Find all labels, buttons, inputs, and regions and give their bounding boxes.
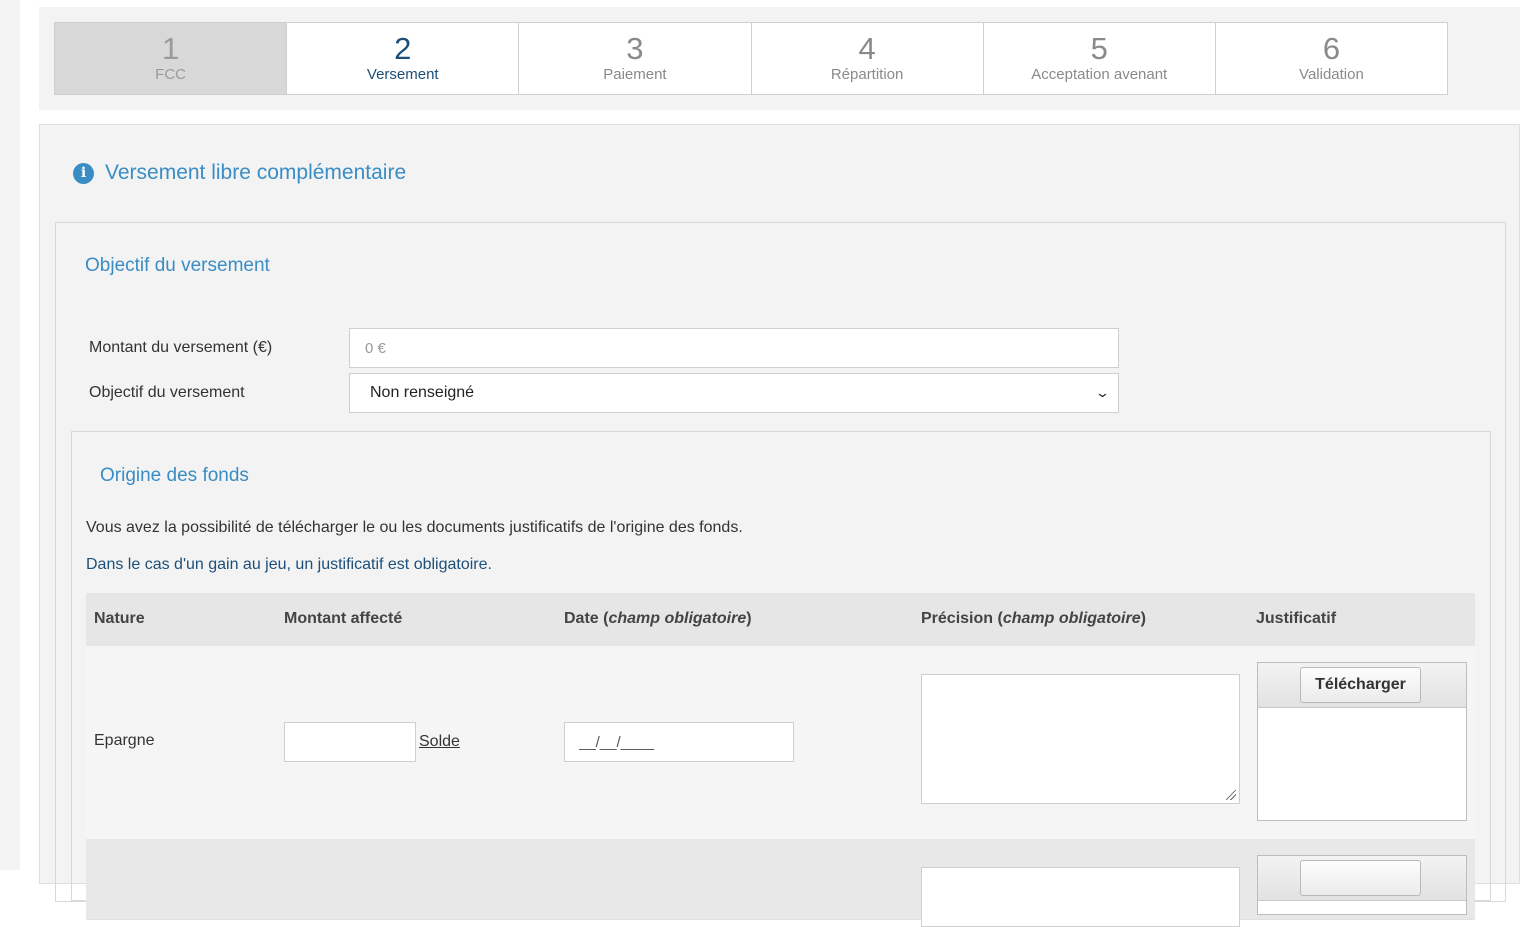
step-label: Paiement [603, 66, 667, 83]
left-gutter [0, 0, 20, 870]
upload-button[interactable]: Télécharger [1300, 667, 1421, 703]
col-header-amount: Montant affecté [284, 610, 403, 627]
col-header-date-note: champ obligatoire [608, 610, 747, 627]
goal-select[interactable]: Non renseigné ⌄ [349, 373, 1119, 413]
upload-box [1257, 855, 1467, 915]
table-row: Epargne Solde Télécharger [86, 646, 1475, 840]
objectif-section: Objectif du versement Montant du verseme… [55, 222, 1506, 927]
objectif-section-title: Objectif du versement [85, 255, 270, 276]
step-validation[interactable]: 6 Validation [1216, 23, 1447, 94]
col-header-precision-text: Précision ( [921, 610, 1003, 627]
upload-button[interactable] [1300, 860, 1421, 896]
col-header-precision-note: champ obligatoire [1002, 610, 1141, 627]
col-header-date: Date (champ obligatoire) [564, 610, 752, 628]
stepper: 1 FCC 2 Versement 3 Paiement 4 Répartiti… [54, 22, 1448, 95]
step-fcc[interactable]: 1 FCC [55, 23, 288, 94]
step-versement[interactable]: 2 Versement [287, 23, 520, 94]
table-header: Nature Montant affecté Date (champ oblig… [86, 593, 1475, 646]
amount-label: Montant du versement (€) [89, 339, 273, 356]
chevron-down-icon: ⌄ [1094, 385, 1111, 400]
row-nature: Epargne [94, 732, 155, 749]
step-label: Validation [1299, 66, 1364, 83]
step-number: 5 [1090, 31, 1108, 66]
step-acceptation-avenant[interactable]: 5 Acceptation avenant [984, 23, 1216, 94]
row-precision-textarea[interactable] [921, 674, 1240, 804]
step-repartition[interactable]: 4 Répartition [752, 23, 984, 94]
step-number: 6 [1322, 31, 1341, 66]
step-label: Versement [366, 66, 439, 83]
col-header-date-close: ) [746, 610, 752, 627]
origine-help-text: Vous avez la possibilité de télécharger … [86, 519, 743, 536]
origine-warning-text: Dans le cas d'un gain au jeu, un justifi… [86, 556, 492, 573]
goal-label: Objectif du versement [89, 384, 245, 401]
row-amount-input[interactable] [284, 722, 416, 762]
col-header-precision: Précision (champ obligatoire) [921, 610, 1146, 628]
col-header-date-text: Date ( [564, 610, 609, 627]
main-panel: i Versement libre complémentaire Objecti… [39, 124, 1520, 927]
col-header-nature: Nature [94, 610, 145, 627]
goal-select-value: Non renseigné [370, 384, 475, 401]
info-icon: i [73, 162, 94, 184]
step-label: Acceptation avenant [1031, 66, 1168, 83]
step-number: 1 [161, 31, 180, 66]
amount-input[interactable] [349, 328, 1119, 368]
col-header-precision-close: ) [1140, 610, 1146, 627]
upload-header: Télécharger [1258, 663, 1466, 708]
row-date-input[interactable] [564, 722, 794, 762]
origine-section-title: Origine des fonds [100, 465, 249, 486]
stepper-container: 1 FCC 2 Versement 3 Paiement 4 Répartiti… [39, 7, 1520, 110]
col-header-proof: Justificatif [1256, 610, 1337, 627]
table-row [86, 839, 1475, 927]
row-precision-textarea[interactable] [921, 867, 1240, 927]
step-number: 4 [858, 31, 876, 66]
step-number: 2 [394, 31, 412, 66]
step-number: 3 [626, 31, 644, 66]
step-label: Répartition [830, 66, 904, 83]
balance-link[interactable]: Solde [419, 733, 460, 751]
resize-grip-icon[interactable] [1226, 790, 1236, 800]
panel-title-text: Versement libre complémentaire [105, 161, 407, 184]
upload-header [1258, 856, 1466, 901]
panel-title: i Versement libre complémentaire [73, 161, 406, 185]
step-paiement[interactable]: 3 Paiement [519, 23, 752, 94]
upload-box: Télécharger [1257, 662, 1467, 821]
step-label: FCC [155, 66, 186, 83]
origine-section: Origine des fonds Vous avez la possibili… [71, 431, 1491, 927]
